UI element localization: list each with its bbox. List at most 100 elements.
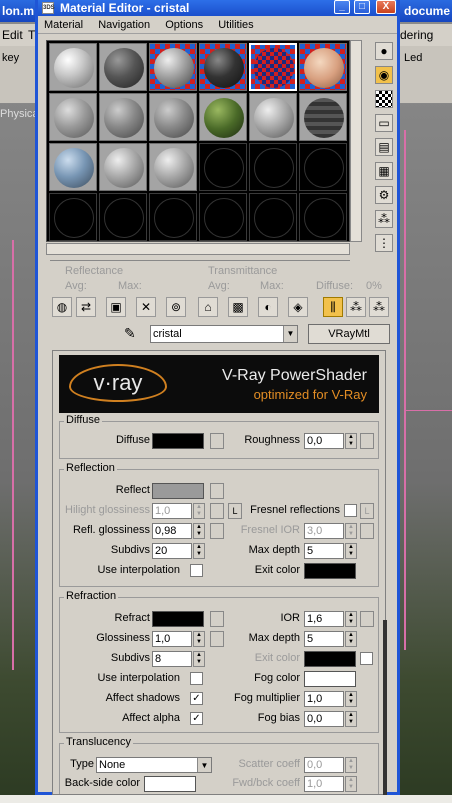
make-unique-icon[interactable]: ⊚ [166, 297, 186, 317]
chevron-down-icon[interactable]: ▼ [283, 326, 297, 342]
sample-type-icon[interactable]: ● [375, 42, 393, 60]
spinner-arrows-icon[interactable]: ▲ ▼ [193, 651, 205, 667]
fwd-bck-spinner[interactable]: 1,0 ▲ ▼ [304, 776, 357, 792]
material-id-icon[interactable]: ▩ [228, 297, 248, 317]
glossiness-spinner[interactable]: 1,0 ▲ ▼ [152, 631, 205, 647]
go-forward-icon[interactable]: ⁂ [346, 297, 366, 317]
spinner-arrows-icon[interactable]: ▲ ▼ [193, 631, 205, 647]
menu-edit[interactable]: Edit [2, 24, 23, 46]
fog-multiplier-spinner[interactable]: 1,0 ▲ ▼ [304, 691, 357, 707]
exit-color-checkbox[interactable] [360, 652, 373, 665]
sample-slot[interactable] [199, 43, 247, 91]
lock-button[interactable]: L [228, 503, 242, 519]
subdivs-spinner[interactable]: 20 ▲ ▼ [152, 543, 205, 559]
backlight-icon[interactable]: ◉ [375, 66, 393, 84]
spinner-arrows-icon[interactable]: ▲ ▼ [345, 433, 357, 449]
options-icon[interactable]: ⚙ [375, 186, 393, 204]
spinner-arrows-icon[interactable]: ▲ ▼ [193, 543, 205, 559]
spinner-arrows-icon[interactable]: ▲ ▼ [345, 631, 357, 647]
affect-alpha-checkbox[interactable]: ✓ [190, 712, 203, 725]
sample-slot[interactable] [149, 93, 197, 141]
make-preview-icon[interactable]: ▦ [375, 162, 393, 180]
exit-color-swatch[interactable] [304, 651, 356, 667]
sample-slot[interactable] [299, 143, 347, 191]
select-by-material-icon[interactable]: ⁂ [375, 210, 393, 228]
material-name-input[interactable]: cristal ▼ [150, 325, 298, 343]
sample-slot[interactable] [49, 93, 97, 141]
spinner-arrows-icon[interactable]: ▲ ▼ [193, 503, 205, 519]
spinner-arrows-icon[interactable]: ▲ ▼ [345, 711, 357, 727]
hilight-gloss-spinner[interactable]: 1,0 ▲ ▼ [152, 503, 205, 519]
sample-slot[interactable] [299, 193, 347, 241]
sample-slot[interactable] [249, 93, 297, 141]
sample-slot[interactable] [99, 93, 147, 141]
put-to-library-icon[interactable]: ⌂ [198, 297, 218, 317]
spinner-arrows-icon[interactable]: ▲ ▼ [345, 757, 357, 773]
chevron-down-icon[interactable]: ▼ [197, 758, 211, 772]
diffuse-color-swatch[interactable] [152, 433, 204, 449]
reset-map-icon[interactable]: ✕ [136, 297, 156, 317]
exit-color-swatch[interactable] [304, 563, 356, 579]
background-checker-icon[interactable] [375, 90, 393, 108]
glossiness-map-button[interactable] [210, 631, 224, 647]
refl-gloss-spinner[interactable]: 0,98 ▲ ▼ [152, 523, 205, 539]
fresnel-lock-button[interactable]: L [360, 503, 374, 519]
sample-slot[interactable] [299, 93, 347, 141]
sample-slot[interactable] [199, 143, 247, 191]
menu-rendering[interactable]: dering [400, 24, 433, 46]
go-to-parent-icon[interactable]: ⫼ [323, 297, 343, 317]
material-navigator-icon[interactable]: ⋮ [375, 234, 393, 252]
material-type-button[interactable]: VRayMtl [308, 324, 390, 344]
show-end-result-icon[interactable]: ◈ [288, 297, 308, 317]
menu-options[interactable]: Options [165, 19, 203, 31]
sample-slot[interactable] [199, 93, 247, 141]
go-sibling-icon[interactable]: ⁂ [369, 297, 389, 317]
sample-slot[interactable] [299, 43, 347, 91]
reflect-color-swatch[interactable] [152, 483, 204, 499]
rollout-scrollbar[interactable] [383, 620, 387, 795]
assign-material-icon[interactable]: ▣ [106, 297, 126, 317]
ior-spinner[interactable]: 1,6 ▲ ▼ [304, 611, 357, 627]
window-titlebar[interactable]: 3DS Material Editor - cristal _ □ X [38, 0, 397, 16]
fresnel-ior-spinner[interactable]: 3,0 ▲ ▼ [304, 523, 357, 539]
sample-slot[interactable] [99, 143, 147, 191]
maximize-button[interactable]: □ [354, 0, 370, 14]
ior-map-button[interactable] [360, 611, 374, 627]
video-color-check-icon[interactable]: ▤ [375, 138, 393, 156]
spinner-arrows-icon[interactable]: ▲ ▼ [345, 776, 357, 792]
reflect-map-button[interactable] [210, 483, 224, 499]
spinner-arrows-icon[interactable]: ▲ ▼ [345, 543, 357, 559]
fresnel-ior-map-button[interactable] [360, 523, 374, 539]
spinner-arrows-icon[interactable]: ▲ ▼ [193, 523, 205, 539]
backside-color-swatch[interactable] [144, 776, 196, 792]
sample-slot[interactable] [149, 143, 197, 191]
sample-slot[interactable] [149, 193, 197, 241]
diffuse-map-button[interactable] [210, 433, 224, 449]
uv-tiling-icon[interactable]: ▭ [375, 114, 393, 132]
sample-slot[interactable] [49, 193, 97, 241]
sample-slot[interactable] [249, 193, 297, 241]
sample-slot[interactable] [199, 193, 247, 241]
show-map-icon[interactable]: ◐ [258, 297, 278, 317]
refract-map-button[interactable] [210, 611, 224, 627]
get-material-icon[interactable]: ◍ [52, 297, 72, 317]
menu-utilities[interactable]: Utilities [218, 19, 253, 31]
close-button[interactable]: X [376, 0, 396, 14]
sample-slot[interactable] [49, 143, 97, 191]
put-to-scene-icon[interactable]: ⇄ [76, 297, 96, 317]
menu-material[interactable]: Material [44, 19, 83, 31]
menu-navigation[interactable]: Navigation [98, 19, 150, 31]
translucency-type-select[interactable]: None ▼ [96, 757, 212, 773]
roughness-spinner[interactable]: 0,0 ▲ ▼ [304, 433, 357, 449]
fog-bias-spinner[interactable]: 0,0 ▲ ▼ [304, 711, 357, 727]
hilight-map-button[interactable] [210, 503, 224, 519]
sample-slot[interactable] [149, 43, 197, 91]
sample-slot[interactable] [49, 43, 97, 91]
sample-slot[interactable] [99, 193, 147, 241]
refl-gloss-map-button[interactable] [210, 523, 224, 539]
spinner-arrows-icon[interactable]: ▲ ▼ [345, 611, 357, 627]
roughness-map-button[interactable] [360, 433, 374, 449]
affect-shadows-checkbox[interactable]: ✓ [190, 692, 203, 705]
max-depth-spinner[interactable]: 5 ▲ ▼ [304, 543, 357, 559]
subdivs-spinner[interactable]: 8 ▲ ▼ [152, 651, 205, 667]
